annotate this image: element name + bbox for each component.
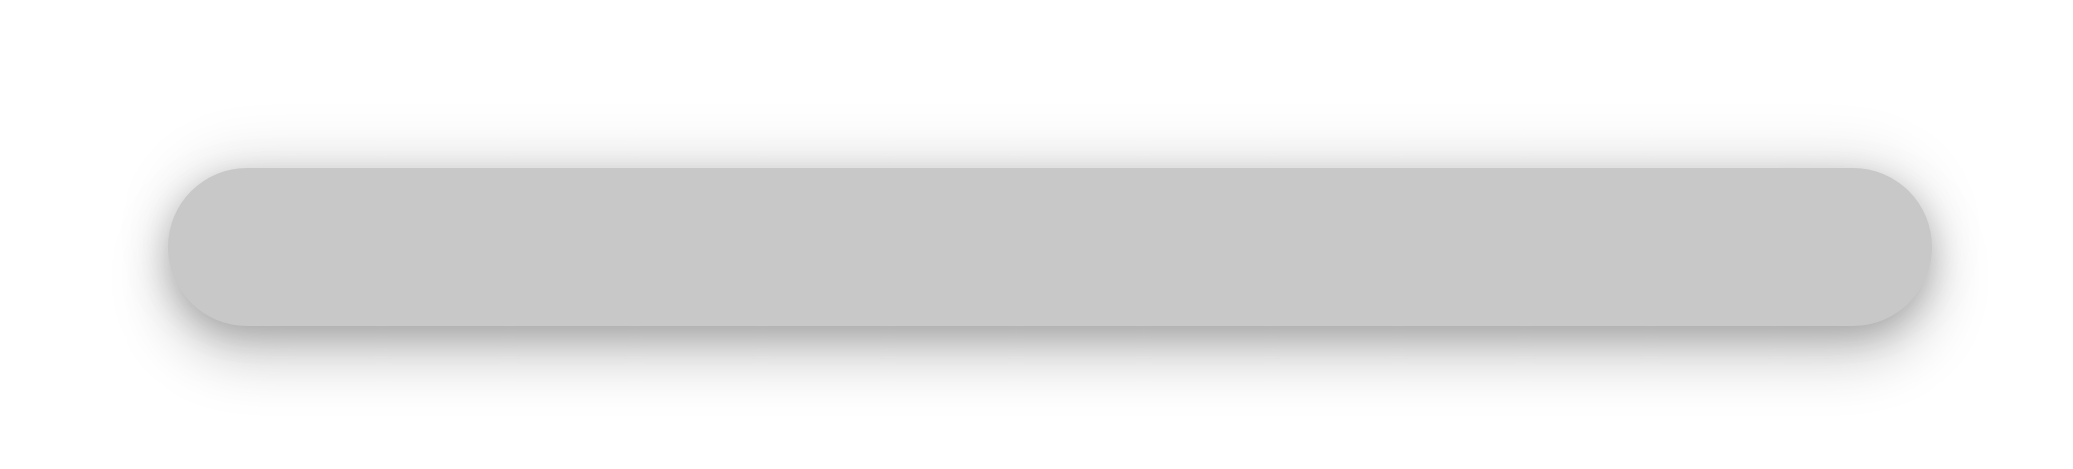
- pill-bar: [168, 168, 1932, 326]
